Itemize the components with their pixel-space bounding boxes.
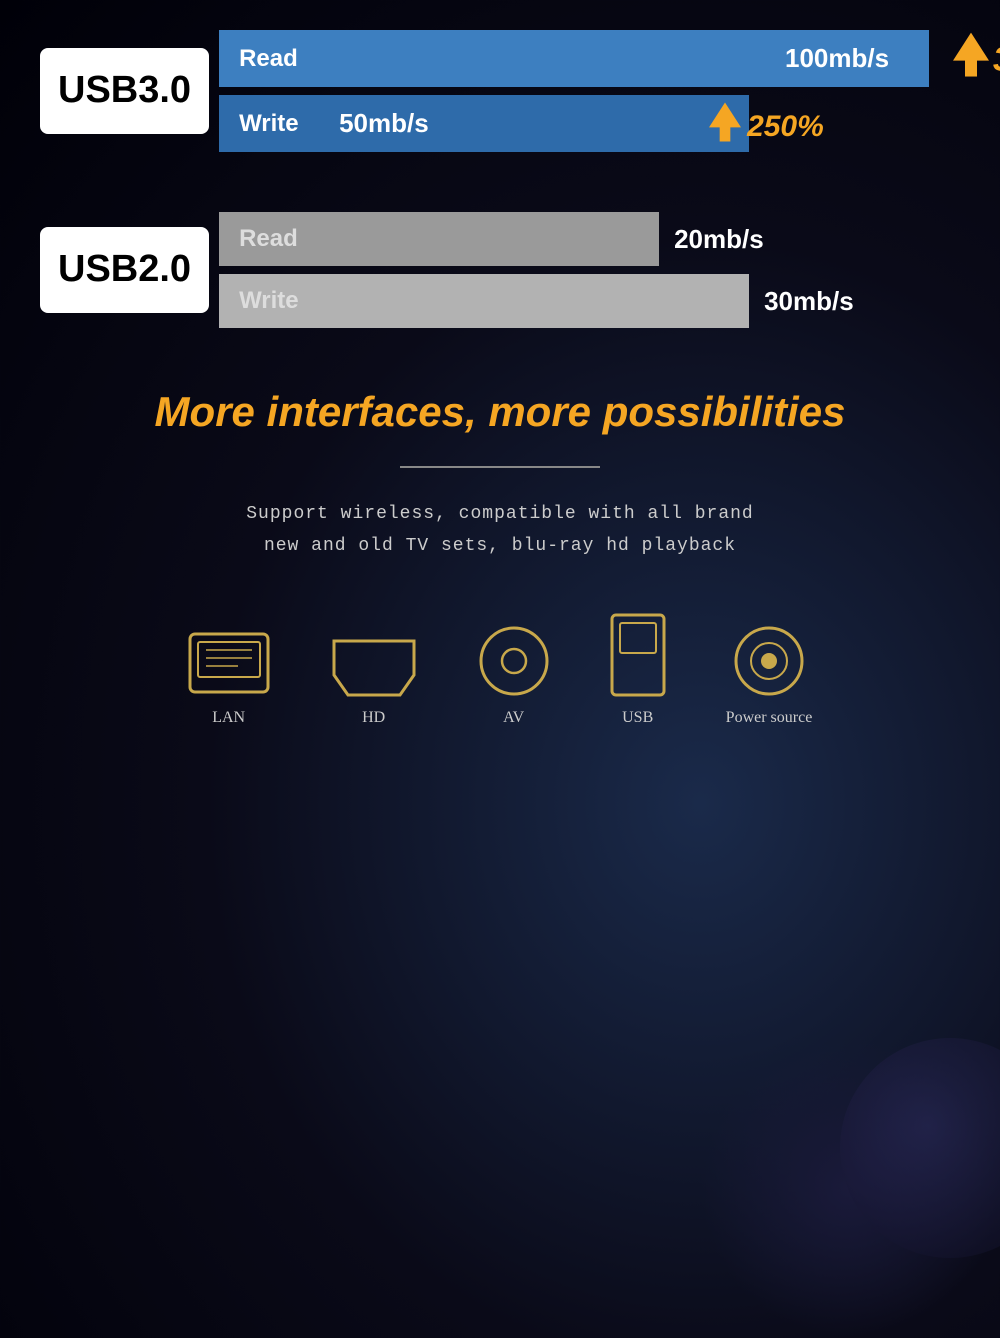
usb2-section: USB2.0 Read 20mb/s Write 30mb/s [40,212,960,328]
usb2-read-speed: 20mb/s [674,224,764,255]
icon-item-usb: USB [610,613,666,727]
usb-port-icon [610,613,666,697]
usb3-section: USB3.0 Read 100mb/s 300% Writ [40,30,960,152]
usb3-read-row: Read 100mb/s 300% [219,30,960,87]
usb3-write-percent: 250% [747,112,824,142]
interfaces-section: More interfaces, more possibilities Supp… [40,388,960,563]
usb2-read-row: Read 20mb/s [219,212,960,266]
usb3-read-percent: 300% [993,42,1000,76]
usb3-write-label: Write [239,110,319,138]
lan-label: LAN [212,709,245,727]
usb3-write-row: Write 50mb/s 250% [219,95,960,152]
av-icon [478,625,550,697]
usb3-read-bar: Read 100mb/s [219,30,929,87]
usb3-write-bar: Write 50mb/s [219,95,749,152]
power-source-icon [733,625,805,697]
icons-row: LAN HD AV USB [40,613,960,727]
usb2-write-speed: 30mb/s [764,286,854,317]
usb3-read-speed: 100mb/s [785,43,889,74]
hdmi-icon [330,639,418,697]
usb3-read-label: Read [239,45,319,73]
usb2-write-label: Write [239,287,319,315]
divider [400,466,600,468]
icon-item-power: Power source [726,625,813,727]
icon-item-lan: LAN [188,632,270,727]
usb2-read-bar: Read [219,212,659,266]
power-label: Power source [726,709,813,727]
usb3-bars: Read 100mb/s 300% Write 50mb/s [219,30,960,152]
usb2-write-row: Write 30mb/s [219,274,960,328]
interfaces-description: Support wireless, compatible with all br… [40,498,960,563]
usb3-write-speed: 50mb/s [339,108,429,139]
usb2-label: USB2.0 [40,227,209,313]
av-label: AV [503,709,524,727]
usb3-label: USB3.0 [40,48,209,134]
write-arrow-icon [709,102,741,142]
icon-item-av: AV [478,625,550,727]
hd-label: HD [362,709,385,727]
usb2-read-label: Read [239,225,319,253]
usb2-bars: Read 20mb/s Write 30mb/s [219,212,960,328]
interfaces-title: More interfaces, more possibilities [40,388,960,436]
description-line2: new and old TV sets, blu-ray hd playback [40,530,960,562]
lan-icon [188,632,270,697]
description-line1: Support wireless, compatible with all br… [40,498,960,530]
usb-label: USB [622,709,653,727]
icon-item-hd: HD [330,639,418,727]
usb2-write-bar: Write [219,274,749,328]
read-arrow-icon [953,32,989,76]
